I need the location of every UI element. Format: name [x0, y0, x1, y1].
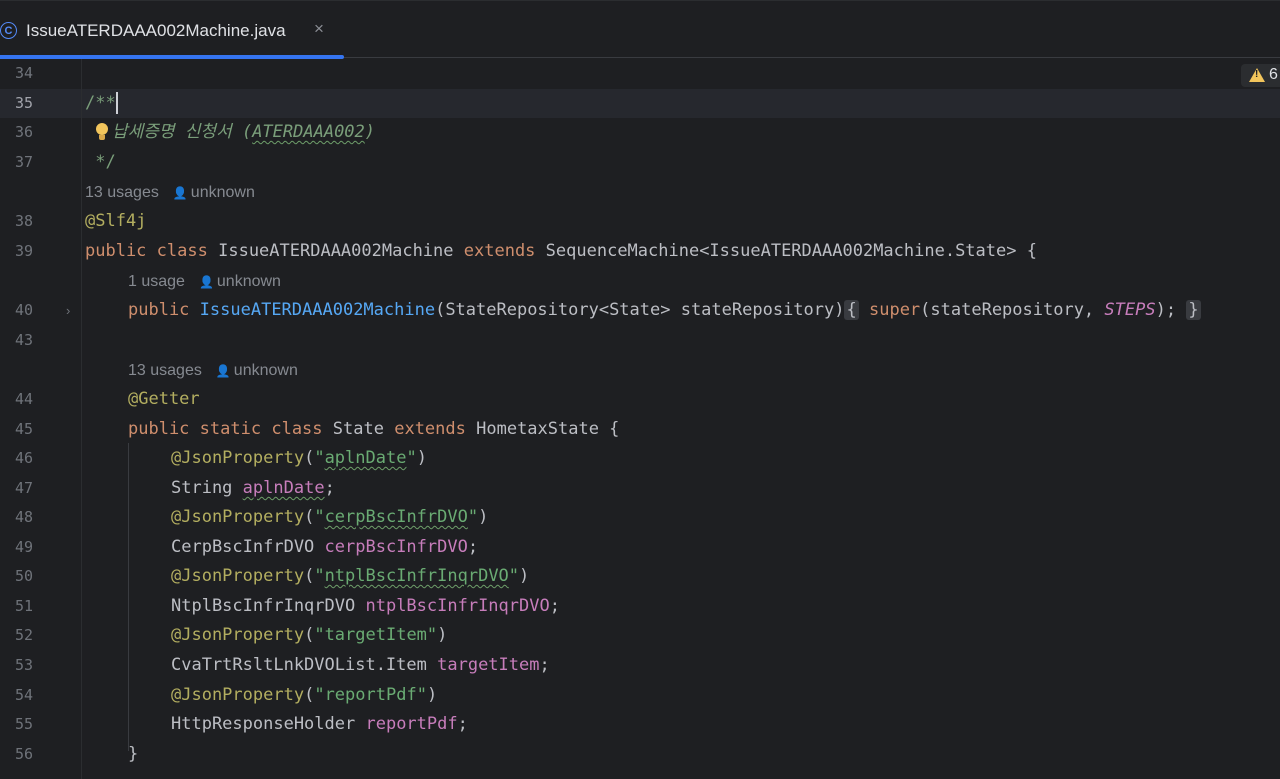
lightbulb-icon[interactable]	[95, 122, 109, 142]
folded-region[interactable]: }	[1186, 300, 1201, 320]
line-number: 49	[14, 538, 33, 556]
text-caret	[115, 92, 118, 114]
line-number: 36	[14, 123, 33, 141]
usages-hint[interactable]: 1 usage	[128, 273, 185, 290]
author-hint[interactable]: unknown	[217, 273, 281, 290]
code-line[interactable]: 52 @JsonProperty("targetItem")	[0, 621, 1280, 650]
line-number: 46	[14, 449, 33, 467]
code-line[interactable]: 50 @JsonProperty("ntplBscInfrInqrDVO")	[0, 562, 1280, 591]
author-hint[interactable]: unknown	[191, 184, 255, 201]
code-line[interactable]: 56 }	[0, 740, 1280, 769]
code-line[interactable]: 34	[0, 59, 1280, 88]
code-line[interactable]: 37 */	[0, 148, 1280, 177]
person-icon: 👤	[172, 186, 188, 200]
line-number: 47	[14, 479, 33, 497]
inlay-hint-row: 13 usages 👤 unknown	[0, 178, 1280, 207]
code-line[interactable]: 53 CvaTrtRsltLnkDVOList.Item targetItem;	[0, 651, 1280, 680]
line-number: 39	[14, 242, 33, 260]
line-number: 55	[14, 715, 33, 733]
line-number: 50	[14, 567, 33, 585]
folded-region[interactable]: {	[844, 300, 859, 320]
code-line[interactable]: 43	[0, 326, 1280, 355]
code-line[interactable]: 46 @JsonProperty("aplnDate")	[0, 444, 1280, 473]
usages-hint[interactable]: 13 usages	[85, 184, 159, 201]
line-number: 44	[14, 390, 33, 408]
person-icon: 👤	[215, 364, 231, 378]
line-number: 35	[14, 94, 33, 112]
code-line[interactable]: 48 @JsonProperty("cerpBscInfrDVO")	[0, 503, 1280, 532]
line-number: 43	[14, 331, 33, 349]
author-hint[interactable]: unknown	[234, 362, 298, 379]
code-line[interactable]: 36 납세증명 신청서 (ATERDAAA002)	[0, 118, 1280, 147]
line-number: 56	[14, 745, 33, 763]
code-line[interactable]: 47 String aplnDate;	[0, 474, 1280, 503]
line-number: 48	[14, 508, 33, 526]
inlay-hint-row: 13 usages 👤 unknown	[0, 356, 1280, 385]
close-icon[interactable]: ×	[314, 19, 324, 39]
line-number: 54	[14, 686, 33, 704]
inlay-hint-row: 1 usage 👤 unknown	[0, 267, 1280, 296]
code-line[interactable]: 44 @Getter	[0, 385, 1280, 414]
code-line[interactable]: 38 @Slf4j	[0, 207, 1280, 236]
chevron-right-icon[interactable]: ›	[66, 296, 70, 325]
code-line[interactable]: 49 CerpBscInfrDVO cerpBscInfrDVO;	[0, 533, 1280, 562]
javadoc-text: 납세증명 신청서 (	[112, 122, 253, 142]
javadoc-open: /**	[85, 93, 116, 113]
usages-hint[interactable]: 13 usages	[128, 362, 202, 379]
code-line[interactable]: 54 @JsonProperty("reportPdf")	[0, 681, 1280, 710]
line-number: 51	[14, 597, 33, 615]
line-number: 38	[14, 212, 33, 230]
editor-tab-bar: C IssueATERDAAA002Machine.java ×	[0, 0, 1280, 59]
code-line[interactable]: 51 NtplBscInfrInqrDVO ntplBscInfrInqrDVO…	[0, 592, 1280, 621]
code-line[interactable]: 40 › public IssueATERDAAA002Machine(Stat…	[0, 296, 1280, 325]
code-line[interactable]: 35 /**	[0, 89, 1280, 118]
person-icon: 👤	[198, 275, 214, 289]
class-icon: C	[0, 22, 17, 39]
code-line[interactable]: 55 HttpResponseHolder reportPdf;	[0, 710, 1280, 739]
code-line[interactable]: 45 public static class State extends Hom…	[0, 415, 1280, 444]
javadoc-close: */	[85, 152, 116, 172]
code-editor[interactable]: ! 6 34 35 /** 36 납세증명 신청서 (ATERDAAA002) …	[0, 59, 1280, 779]
line-number: 37	[14, 153, 33, 171]
line-number: 40	[14, 301, 33, 319]
line-number: 45	[14, 420, 33, 438]
code-line[interactable]: 39 public class IssueATERDAAA002Machine …	[0, 237, 1280, 266]
file-tab[interactable]: C IssueATERDAAA002Machine.java ×	[0, 1, 344, 59]
line-number: 52	[14, 626, 33, 644]
javadoc-id: ATERDAAA002	[252, 122, 365, 142]
tab-title: IssueATERDAAA002Machine.java	[26, 21, 286, 40]
line-number: 53	[14, 656, 33, 674]
line-number: 34	[14, 64, 33, 82]
